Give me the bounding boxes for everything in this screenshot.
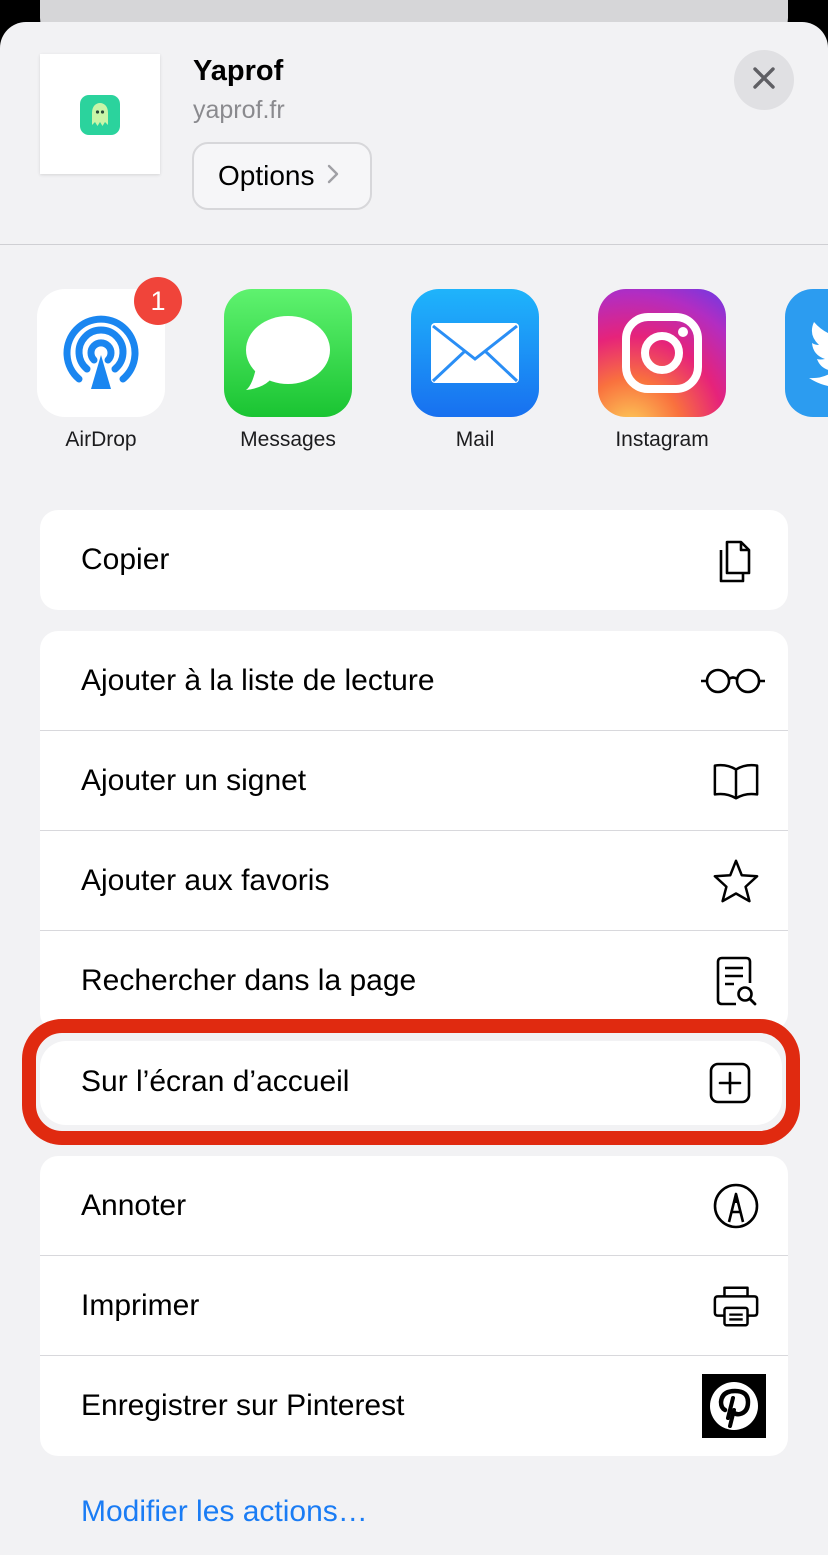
pinterest-icon [702, 1374, 766, 1438]
action-group-extensions: Annoter Imprimer Enregistrer sur Pintere… [40, 1156, 788, 1456]
ghost-icon [80, 95, 120, 135]
close-icon [752, 66, 776, 95]
action-find-in-page[interactable]: Rechercher dans la page [40, 931, 788, 1031]
action-label: Copier [81, 543, 170, 576]
app-twitter[interactable]: Tw [748, 289, 828, 469]
printer-icon [712, 1282, 760, 1330]
options-label: Options [218, 160, 315, 191]
action-group-safari: Ajouter à la liste de lecture Ajouter un… [40, 631, 788, 1031]
notification-badge: 1 [134, 277, 182, 325]
markup-icon [712, 1182, 760, 1230]
action-label: Imprimer [81, 1288, 200, 1322]
copy-icon [712, 536, 760, 584]
action-reading-list[interactable]: Ajouter à la liste de lecture [40, 631, 788, 731]
site-title: Yaprof [193, 55, 284, 87]
action-label: Rechercher dans la page [81, 964, 417, 997]
action-bookmark[interactable]: Ajouter un signet [40, 731, 788, 831]
instagram-icon [598, 289, 726, 417]
share-sheet: Yaprof yaprof.fr Options 1 AirDrop Messa… [0, 22, 828, 1555]
action-label: Ajouter un signet [81, 763, 307, 797]
action-label: Ajouter aux favoris [81, 863, 330, 897]
app-row: 1 AirDrop Messages Mail Instagram [0, 277, 828, 479]
options-button[interactable]: Options [192, 142, 372, 210]
app-mail[interactable]: Mail [374, 289, 554, 469]
find-in-page-icon [712, 956, 760, 1006]
edit-actions-link[interactable]: Modifier les actions… [81, 1495, 368, 1529]
action-print[interactable]: Imprimer [40, 1256, 788, 1356]
site-url: yaprof.fr [193, 96, 285, 124]
page-thumbnail [40, 54, 160, 174]
twitter-icon [785, 289, 828, 417]
glasses-icon [698, 657, 768, 705]
header-divider [0, 244, 828, 245]
app-name-messages: Messages [240, 428, 336, 451]
star-icon [712, 857, 760, 905]
plus-square-icon [706, 1059, 754, 1107]
app-name-mail: Mail [455, 428, 495, 451]
action-label: Sur l’écran d’accueil [81, 1065, 350, 1098]
book-icon [712, 757, 760, 805]
action-pinterest[interactable]: Enregistrer sur Pinterest [40, 1356, 788, 1456]
close-button[interactable] [734, 50, 794, 110]
app-airdrop[interactable]: 1 AirDrop [0, 277, 182, 469]
app-name-twitter: Tw [748, 428, 828, 452]
action-label: Annoter [81, 1188, 187, 1222]
share-header: Yaprof yaprof.fr Options [0, 22, 828, 245]
app-name-instagram: Instagram [615, 428, 709, 451]
chevron-right-icon [327, 164, 339, 189]
messages-icon [224, 289, 352, 417]
action-label: Ajouter à la liste de lecture [81, 663, 435, 697]
app-messages[interactable]: Messages [187, 289, 367, 469]
action-add-to-home-screen[interactable]: Sur l’écran d’accueil [40, 1041, 782, 1125]
app-instagram[interactable]: Instagram [561, 289, 741, 469]
action-markup[interactable]: Annoter [40, 1156, 788, 1256]
action-label: Enregistrer sur Pinterest [81, 1389, 405, 1422]
action-favorites[interactable]: Ajouter aux favoris [40, 831, 788, 931]
mail-icon [411, 289, 539, 417]
action-copy[interactable]: Copier [40, 510, 788, 610]
action-group-copy: Copier [40, 510, 788, 610]
app-name-airdrop: AirDrop [65, 428, 137, 451]
